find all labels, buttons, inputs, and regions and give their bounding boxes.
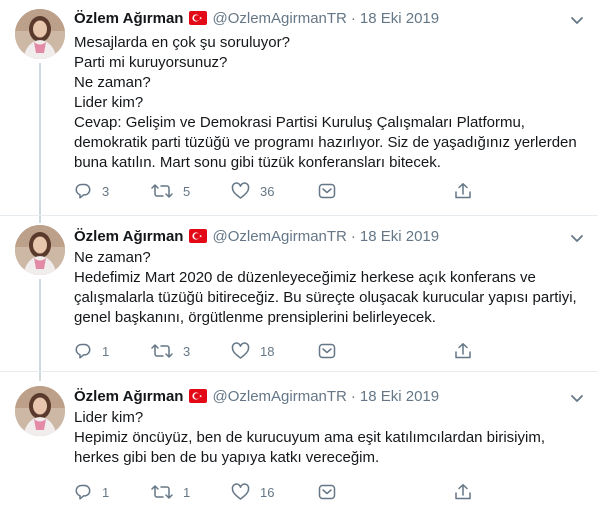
thread-line: [39, 63, 41, 223]
retweet-icon: [151, 344, 173, 358]
like-icon: [231, 483, 250, 500]
avatar[interactable]: [15, 9, 65, 59]
author-handle[interactable]: @OzlemAgirmanTR: [212, 10, 346, 27]
like-icon: [231, 182, 250, 199]
tweet-line: Lider kim?: [74, 94, 144, 111]
tweet-actions: 1 3 18: [74, 341, 514, 361]
like-button[interactable]: 18: [231, 341, 274, 361]
tweet-text: Mesajlarda en çok şu soruluyor? Parti mi…: [74, 33, 579, 173]
avatar[interactable]: [15, 225, 65, 275]
tweet-line: demokratik parti tüzüğü ve programı hazı…: [74, 134, 577, 151]
reply-icon: [75, 183, 91, 199]
like-button[interactable]: 36: [231, 181, 274, 201]
share-icon: [455, 343, 471, 359]
reply-button[interactable]: 1: [74, 341, 109, 361]
reply-button[interactable]: 3: [74, 181, 109, 201]
author-name[interactable]: Özlem Ağırman: [74, 228, 183, 245]
message-icon: [318, 343, 336, 359]
tweet-text: Ne zaman? Hedefimiz Mart 2020 de düzenle…: [74, 248, 579, 328]
tweet-date[interactable]: 18 Eki 2019: [360, 228, 439, 245]
author-handle[interactable]: @OzlemAgirmanTR: [212, 228, 346, 245]
like-icon: [231, 342, 250, 359]
separator-dot: ·: [350, 228, 356, 245]
retweet-button[interactable]: 5: [151, 181, 190, 201]
tweet-text: Lider kim? Hepimiz öncüyüz, ben de kuruc…: [74, 408, 579, 468]
author-name[interactable]: Özlem Ağırman: [74, 10, 183, 27]
tweet-line: Ne zaman?: [74, 249, 151, 266]
retweet-count: 1: [183, 484, 191, 500]
tweet-line: Hepimiz öncüyüz, ben de kurucuyum ama eş…: [74, 429, 546, 446]
share-button[interactable]: [454, 181, 472, 201]
message-button[interactable]: [318, 482, 336, 502]
tweet-line: çalışmalarla tüzüğü bitireceğiz. Bu süre…: [74, 289, 577, 306]
reply-button[interactable]: 1: [74, 482, 109, 502]
like-count: 16: [260, 484, 275, 500]
tweet-line: herkes gibi ben de bu yapıya katkı verec…: [74, 449, 380, 466]
tweet[interactable]: Özlem Ağırman @OzlemAgirmanTR · 18 Eki 2019…: [0, 0, 598, 223]
retweet-count: 5: [183, 183, 191, 199]
like-button[interactable]: 16: [231, 482, 274, 502]
tweet-line: buna katılın. Mart sonu gibi tüzük konfe…: [74, 154, 441, 171]
retweet-icon: [151, 184, 173, 198]
tweet-line: Mesajlarda en çok şu soruluyor?: [74, 34, 290, 51]
tweet-line: Ne zaman?: [74, 74, 151, 91]
chevron-down-icon[interactable]: [570, 391, 584, 409]
reply-count: 3: [102, 183, 110, 199]
author-name[interactable]: Özlem Ağırman: [74, 388, 183, 405]
turkey-flag-icon: [189, 229, 208, 249]
turkey-flag-icon: [189, 389, 208, 409]
tweet-line: Parti mi kuruyorsunuz?: [74, 54, 228, 71]
share-button[interactable]: [454, 341, 472, 361]
tweet[interactable]: Özlem Ağırman @OzlemAgirmanTR · 18 Eki 2019…: [0, 216, 598, 381]
tweet-date[interactable]: 18 Eki 2019: [360, 388, 439, 405]
message-icon: [318, 484, 336, 500]
retweet-count: 3: [183, 343, 191, 359]
author-handle[interactable]: @OzlemAgirmanTR: [212, 388, 346, 405]
tweet-line: Cevap: Gelişim ve Demokrasi Partisi Kuru…: [74, 114, 525, 131]
like-count: 18: [260, 343, 275, 359]
tweet-line: Lider kim?: [74, 409, 144, 426]
reply-count: 1: [102, 343, 110, 359]
tweet[interactable]: Özlem Ağırman @OzlemAgirmanTR · 18 Eki 2019…: [0, 372, 598, 518]
tweet-actions: 3 5 36: [74, 181, 514, 201]
tweet-line: genel başkanını, örgütlenme prensiplerin…: [74, 309, 436, 326]
turkey-flag-icon: [189, 11, 208, 31]
share-icon: [455, 484, 471, 500]
reply-icon: [75, 484, 91, 500]
retweet-button[interactable]: 1: [151, 482, 190, 502]
thread-line: [39, 279, 41, 381]
retweet-button[interactable]: 3: [151, 341, 190, 361]
chevron-down-icon[interactable]: [570, 231, 584, 249]
avatar[interactable]: [15, 386, 65, 436]
retweet-icon: [151, 485, 173, 499]
separator-dot: ·: [350, 10, 356, 27]
separator-dot: ·: [350, 388, 356, 405]
share-icon: [455, 183, 471, 199]
share-button[interactable]: [454, 482, 472, 502]
tweet-actions: 1 1 16: [74, 482, 514, 502]
tweet-date[interactable]: 18 Eki 2019: [360, 10, 439, 27]
message-button[interactable]: [318, 341, 336, 361]
like-count: 36: [260, 183, 275, 199]
message-button[interactable]: [318, 181, 336, 201]
tweet-line: Hedefimiz Mart 2020 de düzenleyeceğimiz …: [74, 269, 536, 286]
reply-icon: [75, 343, 91, 359]
chevron-down-icon[interactable]: [570, 13, 584, 31]
reply-count: 1: [102, 484, 110, 500]
message-icon: [318, 183, 336, 199]
